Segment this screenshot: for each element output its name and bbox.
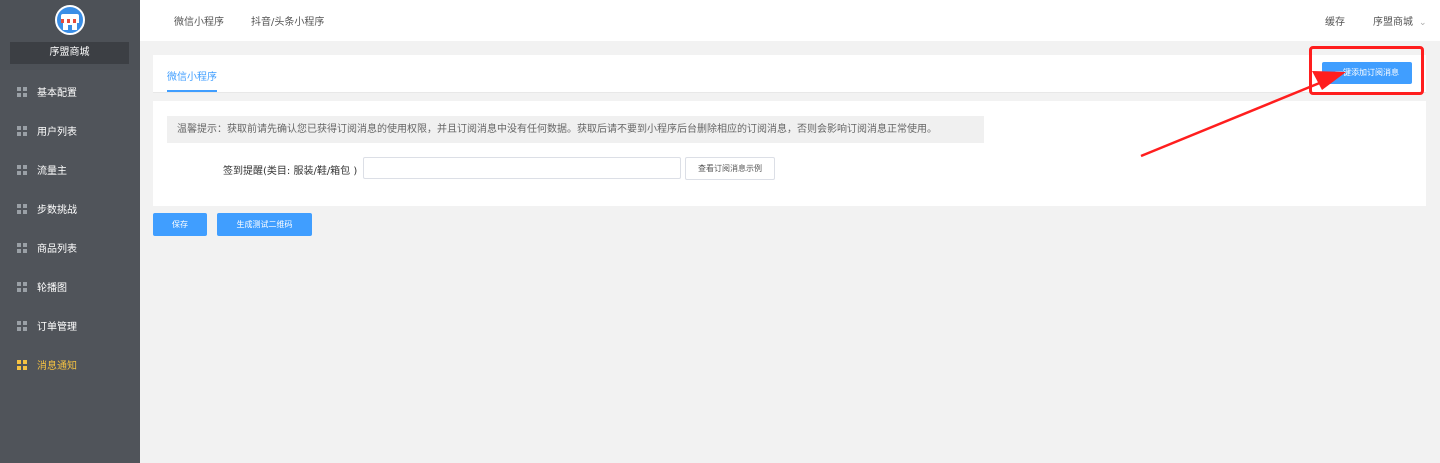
sidebar-item-order-management[interactable]: 订单管理 xyxy=(0,306,140,345)
shop-logo-icon xyxy=(55,5,85,35)
cache-link[interactable]: 缓存 xyxy=(1325,13,1345,28)
sidebar-item-product-list[interactable]: 商品列表 xyxy=(0,228,140,267)
logo-area: 序盟商城 xyxy=(0,0,140,70)
sidebar-item-label: 订单管理 xyxy=(37,322,77,333)
sidebar-item-message-notification[interactable]: 消息通知 xyxy=(0,345,140,384)
grid-icon xyxy=(17,203,27,214)
grid-icon xyxy=(17,125,27,136)
grid-icon xyxy=(17,242,27,253)
sidebar-item-label: 流量主 xyxy=(37,166,67,177)
sidebar-item-basic-config[interactable]: 基本配置 xyxy=(0,72,140,111)
user-menu-label: 序盟商城 xyxy=(1373,17,1413,28)
sidebar-item-step-challenge[interactable]: 步数挑战 xyxy=(0,189,140,228)
grid-icon xyxy=(17,281,27,292)
sidebar-item-label: 步数挑战 xyxy=(37,205,77,216)
warning-tip: 温馨提示：获取前请先确认您已获得订阅消息的使用权限，并且订阅消息中没有任何数据。… xyxy=(167,116,984,143)
grid-icon xyxy=(17,86,27,97)
content-card: 温馨提示：获取前请先确认您已获得订阅消息的使用权限，并且订阅消息中没有任何数据。… xyxy=(153,101,1426,206)
grid-icon xyxy=(17,164,27,175)
chevron-down-icon: ⌄ xyxy=(1419,18,1427,28)
sidebar-item-label: 轮播图 xyxy=(37,283,67,294)
save-button[interactable]: 保存 xyxy=(153,213,207,236)
topbar: 微信小程序 抖音/头条小程序 缓存 序盟商城 ⌄ xyxy=(140,0,1440,41)
top-tab-wechat[interactable]: 微信小程序 xyxy=(174,13,224,28)
sidebar-item-traffic-owner[interactable]: 流量主 xyxy=(0,150,140,189)
sidebar-item-label: 商品列表 xyxy=(37,244,77,255)
sidebar: 序盟商城 基本配置 用户列表 流量主 步数挑战 商品列表 轮播图 订单管理 消息… xyxy=(0,0,140,463)
generate-qrcode-button[interactable]: 生成测试二维码 xyxy=(217,213,312,236)
user-menu[interactable]: 序盟商城 ⌄ xyxy=(1373,13,1427,28)
view-example-button[interactable]: 查看订阅消息示例 xyxy=(685,157,775,180)
sidebar-item-label: 用户列表 xyxy=(37,127,77,138)
sidebar-item-carousel[interactable]: 轮播图 xyxy=(0,267,140,306)
sidebar-item-label: 消息通知 xyxy=(37,361,77,372)
checkin-reminder-label: 签到提醒(类目: 服装/鞋/箱包 ) xyxy=(223,166,358,177)
sidebar-item-label: 基本配置 xyxy=(37,88,77,99)
grid-icon xyxy=(17,359,27,370)
tabs-card: 微信小程序 xyxy=(153,55,1426,93)
shop-name: 序盟商城 xyxy=(10,42,129,64)
annotation-highlight-box xyxy=(1309,46,1424,95)
sidebar-item-user-list[interactable]: 用户列表 xyxy=(0,111,140,150)
top-tab-douyin[interactable]: 抖音/头条小程序 xyxy=(251,13,324,28)
tab-wechat-miniprogram[interactable]: 微信小程序 xyxy=(167,68,217,83)
tab-active-indicator xyxy=(167,90,217,92)
grid-icon xyxy=(17,320,27,331)
checkin-reminder-input[interactable] xyxy=(363,157,681,179)
